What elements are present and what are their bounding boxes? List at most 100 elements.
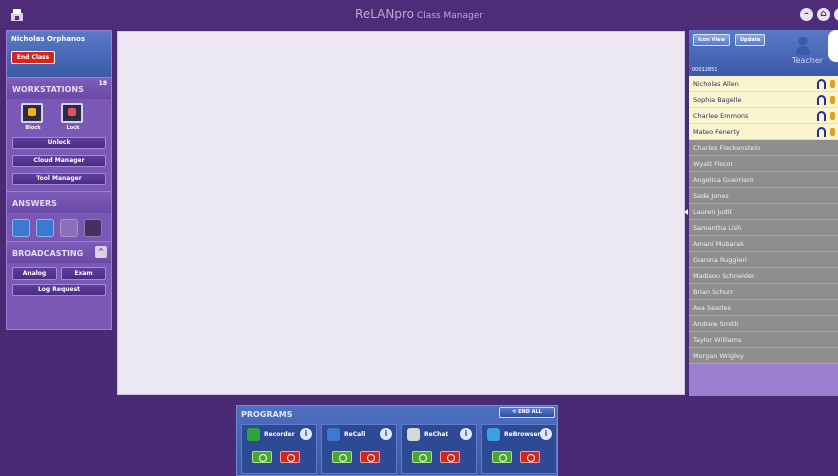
start-program-button[interactable]: [252, 451, 272, 463]
start-program-button[interactable]: [492, 451, 512, 463]
roster-header: Icon View Update Teacher 00012851: [689, 30, 838, 76]
exam-button[interactable]: Exam: [61, 267, 106, 280]
answer-lock-icon[interactable]: [60, 219, 78, 237]
update-button[interactable]: Update: [735, 34, 766, 46]
student-name: Mateo Fenerty: [693, 128, 740, 136]
end-class-button[interactable]: End Class: [11, 51, 55, 64]
student-name: Angelica Guerriero: [693, 176, 754, 184]
program-info-icon[interactable]: i: [300, 428, 312, 440]
student-name: Lauren Judit: [693, 208, 732, 216]
start-program-button[interactable]: [412, 451, 432, 463]
student-row[interactable]: Madison Schneider: [689, 268, 838, 284]
student-row[interactable]: Brian Schurr: [689, 284, 838, 300]
student-name: Gianina Ruggieri: [693, 256, 747, 264]
student-row[interactable]: Taylor Williams: [689, 332, 838, 348]
control-panel: Nicholas Orphanos End Class WORKSTATIONS…: [6, 30, 112, 330]
app-name: ReLANpro: [355, 7, 414, 21]
collapse-icon[interactable]: ^: [95, 246, 107, 258]
student-name: Sophia Bagelle: [693, 96, 742, 104]
student-name: Ava Searles: [693, 304, 731, 312]
headset-icon[interactable]: [817, 111, 826, 121]
rechat-icon: [407, 428, 420, 441]
student-row[interactable]: Morgan Wrigley: [689, 348, 838, 364]
group-answer-icon[interactable]: [12, 219, 30, 237]
unlock-button[interactable]: Unlock: [12, 137, 106, 149]
student-row[interactable]: Mateo Fenerty: [689, 124, 838, 140]
icon-view-button[interactable]: Icon View: [693, 34, 731, 46]
panel-corner: [828, 30, 838, 62]
home-button[interactable]: ⌂: [817, 8, 830, 21]
stop-program-button[interactable]: [520, 451, 540, 463]
headset-icon[interactable]: [817, 79, 826, 89]
broadcasting-header: BROADCASTING ^: [7, 241, 111, 263]
program-info-icon[interactable]: i: [460, 428, 472, 440]
teacher-name: Nicholas Orphanos: [11, 35, 86, 43]
student-name: Charles Fleckenstein: [693, 144, 761, 152]
student-row[interactable]: Wyatt Fiscor: [689, 156, 838, 172]
student-list: Nicholas Allen Sophia Bagelle Charlee Emmo…: [689, 76, 838, 364]
headset-icon[interactable]: [84, 219, 102, 237]
stop-program-button[interactable]: [280, 451, 300, 463]
lock-button[interactable]: Lock: [61, 103, 85, 131]
teacher-avatar-icon: [796, 36, 810, 55]
block-button[interactable]: Block: [21, 103, 45, 131]
program-name: ReChat: [424, 431, 449, 438]
student-row[interactable]: Angelica Guerriero: [689, 172, 838, 188]
student-row[interactable]: Nicholas Allen: [689, 76, 838, 92]
student-row[interactable]: Samantha Lish: [689, 220, 838, 236]
analog-button[interactable]: Analog: [12, 267, 57, 280]
student-row[interactable]: Charlee Emmons: [689, 108, 838, 124]
headset-icon[interactable]: [817, 127, 826, 137]
student-row[interactable]: Ava Searles: [689, 300, 838, 316]
stop-program-button[interactable]: [440, 451, 460, 463]
app-subtitle: Class Manager: [416, 11, 483, 21]
minimize-button[interactable]: –: [800, 8, 813, 21]
program-info-icon[interactable]: i: [540, 428, 552, 440]
headset-icon[interactable]: [817, 95, 826, 105]
start-program-button[interactable]: [332, 451, 352, 463]
student-name: Amani Mubarak: [693, 240, 745, 248]
student-name: Wyatt Fiscor: [693, 160, 733, 168]
programs-title: PROGRAMS: [241, 410, 293, 419]
student-name: Brian Schurr: [693, 288, 734, 296]
tool-manager-button[interactable]: Tool Manager: [12, 173, 106, 185]
station-id: 00012851: [692, 67, 718, 73]
student-row[interactable]: Andrew Smith: [689, 316, 838, 332]
answers-title: ANSWERS: [12, 199, 57, 208]
broadcast-row: Analog Exam: [12, 267, 106, 280]
student-roster: Icon View Update Teacher 00012851 Nichol…: [689, 30, 838, 396]
program-name: ReCall: [344, 431, 366, 438]
main-canvas[interactable]: [117, 31, 685, 395]
individual-answer-icon[interactable]: [36, 219, 54, 237]
lock-label: Lock: [66, 125, 80, 131]
program-name: Recorder: [264, 431, 295, 438]
log-request-button[interactable]: Log Request: [12, 284, 106, 296]
cloud-manager-button[interactable]: Cloud Manager: [12, 155, 106, 167]
minimize-icon: –: [804, 9, 809, 19]
program-info-icon[interactable]: i: [380, 428, 392, 440]
program-tile: ReChat i: [401, 424, 477, 474]
stop-program-button[interactable]: [360, 451, 380, 463]
student-row[interactable]: Amani Mubarak: [689, 236, 838, 252]
status-icon: [830, 128, 835, 136]
status-icon: [830, 112, 835, 120]
broadcasting-title: BROADCASTING: [12, 249, 84, 258]
workstation-actions: Block Lock: [7, 99, 111, 133]
answers-header: ANSWERS: [7, 191, 111, 213]
end-all-button[interactable]: ⟲ END ALL: [499, 407, 555, 418]
student-row[interactable]: Charles Fleckenstein: [689, 140, 838, 156]
student-row[interactable]: Sade Jones: [689, 188, 838, 204]
student-row[interactable]: Lauren Judit: [689, 204, 838, 220]
status-icon: [830, 80, 835, 88]
collapse-roster-icon[interactable]: [684, 209, 688, 215]
student-name: Samantha Lish: [693, 224, 742, 232]
student-name: Madison Schneider: [693, 272, 755, 280]
student-name: Morgan Wrigley: [693, 352, 744, 360]
recorder-icon: [247, 428, 260, 441]
student-row[interactable]: Gianina Ruggieri: [689, 252, 838, 268]
teacher-box: Nicholas Orphanos End Class: [7, 31, 111, 77]
student-name: Taylor Williams: [693, 336, 742, 344]
teacher-label: Teacher: [792, 56, 824, 65]
student-row[interactable]: Sophia Bagelle: [689, 92, 838, 108]
student-name: Andrew Smith: [693, 320, 739, 328]
